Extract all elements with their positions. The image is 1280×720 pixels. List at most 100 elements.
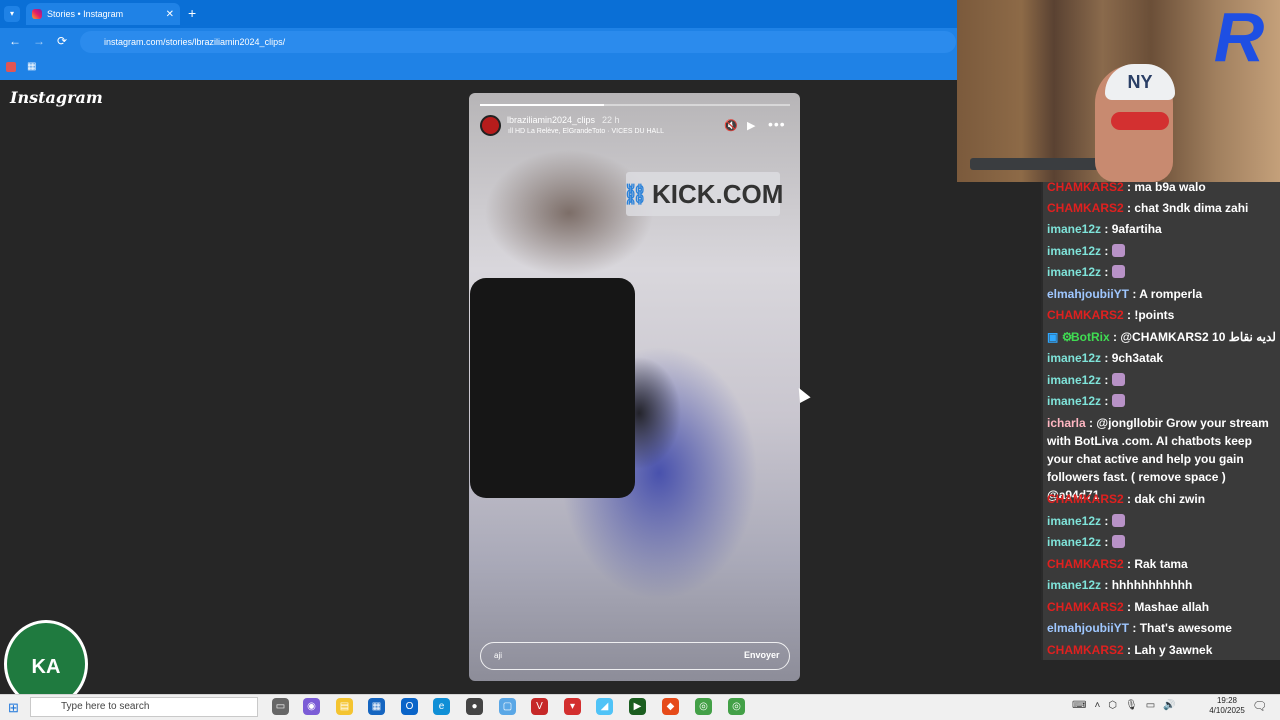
chat-username: CHAMKARS2 [1047,201,1124,215]
voicemod-icon[interactable]: V [531,698,548,715]
chat-message: imane12z : [1047,533,1277,552]
chat-emote-icon [1111,514,1125,527]
chat-username: CHAMKARS2 [1047,492,1124,506]
edge-icon[interactable]: e [433,698,450,715]
chat-message: CHAMKARS2 : !points [1047,308,1175,322]
link-icon: ⛓ [622,183,648,206]
network-icon[interactable]: ▭ [1146,700,1155,711]
outlook-icon[interactable]: O [401,698,418,715]
chat-message: imane12z : hhhhhhhhhhh [1047,578,1193,592]
chat-text: dak chi zwin [1134,492,1206,506]
chat-text: Lah y 3awnek [1134,643,1213,657]
chat-username: CHAMKARS2 [1047,182,1124,194]
chat-message: imane12z : [1047,263,1277,282]
story-reply-value: aji [494,651,503,660]
forward-button[interactable]: → [33,34,45,48]
chrome-icon[interactable]: ◎ [695,698,712,715]
chat-username: imane12z [1047,351,1102,365]
chat-username: imane12z [1047,244,1102,258]
kick-overlay: ⛓ KICK.COM [622,172,784,216]
browser-tab-instagram[interactable]: Stories • Instagram ✕ [26,3,180,25]
back-button[interactable]: ← [9,34,21,48]
chat-message: elmahjoubiiYT : A romperla [1047,287,1203,301]
kick-overlay-text: KICK.COM [651,178,784,209]
tray-overflow-icon[interactable]: ˄ [1094,700,1100,711]
story-music-label[interactable]: ıll HD La Relève, ElGrandeToto · VICES D… [508,128,664,135]
play-icon[interactable]: ▶ [747,119,755,132]
webcam-glasses [1111,112,1169,130]
chat-username: elmahjoubiiYT [1047,287,1130,301]
story-progress-bar [480,104,604,106]
chat-username: imane12z [1047,373,1102,387]
clock-time: 19:28 [1216,696,1238,705]
story-username[interactable]: lbraziliamin2024_clips [507,115,595,125]
keyboard-icon[interactable]: ⌨ [1072,700,1086,711]
reload-button[interactable]: ⟳ [57,34,67,48]
chat-message: CHAMKARS2 : Mashae allah [1047,600,1210,614]
volume-icon[interactable]: 🔊 [1163,700,1175,711]
chat-message: imane12z : [1047,512,1277,531]
obs-icon[interactable]: ● [466,698,483,715]
chat-text: 9ch3atak [1111,351,1164,365]
chat-text: hhhhhhhhhhh [1111,578,1193,592]
apps-grid-icon[interactable]: ▦ [27,61,36,72]
tab-list-button[interactable]: ▾ [4,6,20,22]
clock-date: 4/10/2025 [1209,706,1245,715]
story-timestamp: 22 h [602,115,620,125]
chat-username: CHAMKARS2 [1047,600,1124,614]
notification-icon[interactable]: 🗨 [1252,699,1267,713]
more-options-icon[interactable]: ••• [768,116,786,132]
instagram-favicon-icon [32,9,42,19]
chat-username: imane12z [1047,265,1102,279]
chat-message: CHAMKARS2 : ma b9a walo [1047,182,1206,194]
chat-message: imane12z : 9ch3atak [1047,351,1164,365]
tab-title: Stories • Instagram [47,9,124,19]
task-view-icon[interactable]: ▭ [272,698,289,715]
chat-message: ▣ ⚙BotRix : @CHAMKARS2 10 لديه نقاط [1047,328,1277,347]
app-red-icon[interactable]: ▾ [564,698,581,715]
chat-username: imane12z [1047,514,1102,528]
chat-username: CHAMKARS2 [1047,308,1124,322]
tab-close-icon[interactable]: ✕ [166,9,174,20]
music-bars-icon: ıll [508,128,515,135]
chat-text: ma b9a walo [1134,182,1206,194]
system-tray: ⌨ ˄ ⬡ 🎙 ▭ 🔊 [1072,700,1176,711]
chat-message: imane12z : 9afartiha [1047,222,1162,236]
chat-username: icharla [1047,416,1086,430]
chat-username: CHAMKARS2 [1047,643,1124,657]
chat-username: CHAMKARS2 [1047,557,1124,571]
bookmark-app-icon[interactable] [6,62,16,72]
mute-icon[interactable]: 🔇 [724,119,738,132]
windows-start-icon[interactable]: ⊞ [8,700,19,716]
chat-text: chat 3ndk dima zahi [1134,201,1249,215]
instagram-logo[interactable]: Instagram [10,88,103,107]
story-avatar[interactable] [480,115,501,136]
chat-message: elmahjoubiiYT : That's awesome [1047,621,1232,635]
chat-message: CHAMKARS2 : chat 3ndk dima zahi [1047,201,1249,215]
app-green-icon[interactable]: ▶ [629,698,646,715]
app-blue-icon[interactable]: ◢ [596,698,613,715]
app-icon[interactable]: ▢ [499,698,516,715]
file-explorer-icon[interactable]: ▤ [336,698,353,715]
tray-app-icon[interactable]: ⬡ [1108,700,1117,711]
bookmarks-bar [0,56,958,80]
taskbar-search-input[interactable]: Type here to search [30,697,258,717]
new-tab-button[interactable]: + [188,5,196,21]
brave-icon[interactable]: ◆ [662,698,679,715]
bot-badge-icon: ▣ ⚙ [1047,330,1073,344]
mic-icon[interactable]: 🎙 [1125,700,1138,711]
chat-message: CHAMKARS2 : Lah y 3awnek [1047,643,1213,657]
taskbar-clock[interactable]: 19:28 4/10/2025 [1203,696,1251,716]
chat-text: @CHAMKARS2 10 لديه نقاط [1120,330,1276,344]
copilot-icon[interactable]: ◉ [303,698,320,715]
chat-username: imane12z [1047,578,1102,592]
chrome-active-icon[interactable]: ◎ [728,698,745,715]
chat-message: CHAMKARS2 : dak chi zwin [1047,492,1206,506]
address-bar[interactable]: instagram.com/stories/lbraziliamin2024_c… [80,31,956,53]
chat-text: !points [1134,308,1175,322]
story-phone-image [470,278,635,498]
chat-message: imane12z : [1047,371,1277,390]
send-button[interactable]: Envoyer [744,650,780,660]
chat-username: BotRix [1071,330,1110,344]
store-icon[interactable]: ▦ [368,698,385,715]
